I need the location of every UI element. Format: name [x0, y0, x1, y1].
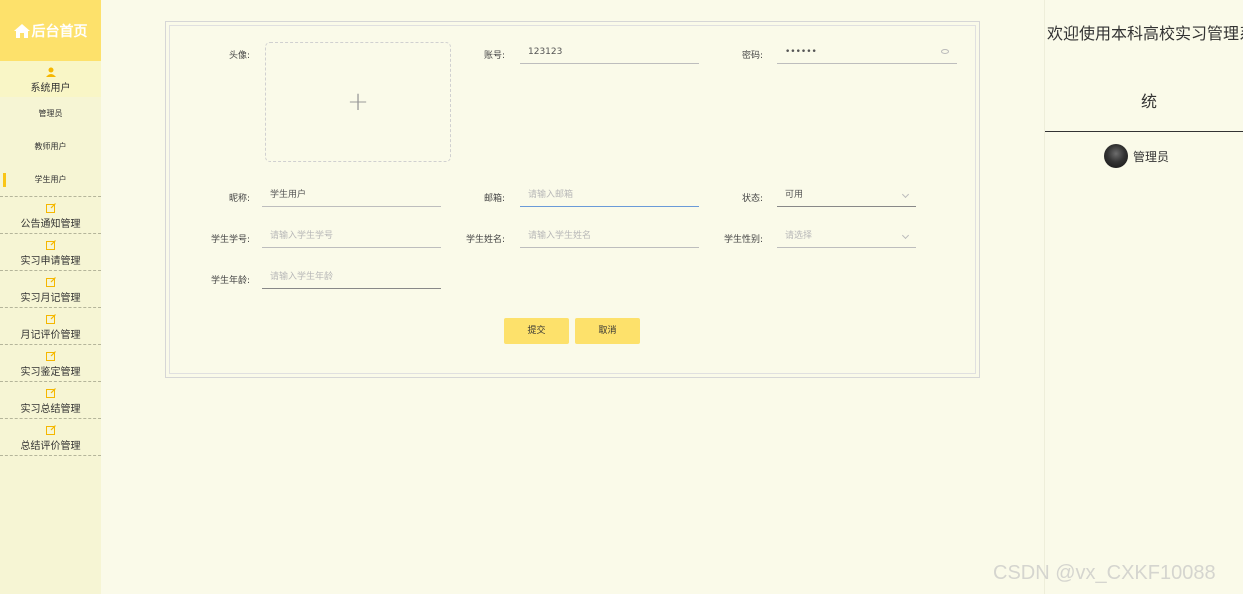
account-input[interactable]: 123123 [520, 40, 699, 64]
menu-summary-eval-management[interactable]: 总结评价管理 [0, 419, 101, 455]
menu-group-monthly-eval: 月记评价管理 [0, 308, 101, 345]
watermark: CSDN @vx_CXKF10088 [993, 562, 1216, 584]
submenu-admin[interactable]: 管理员 [0, 97, 101, 130]
menu-label: 实习申请管理 [20, 256, 81, 267]
menu-group-summary-eval: 总结评价管理 [0, 419, 101, 456]
cancel-button[interactable]: 取消 [575, 318, 640, 344]
email-input[interactable]: 请输入邮箱 [520, 183, 699, 207]
edit-icon [45, 240, 56, 250]
student-gender-select[interactable]: 请选择 [777, 224, 916, 248]
menu-group-monthly: 实习月记管理 [0, 271, 101, 308]
edit-icon [45, 314, 56, 324]
password-label: 密码: [741, 51, 763, 61]
menu-group-summary: 实习总结管理 [0, 382, 101, 419]
edit-icon [45, 425, 56, 435]
menu-system-users[interactable]: 系统用户 [0, 61, 101, 97]
divider [1045, 131, 1243, 132]
avatar-upload-button[interactable]: + [265, 42, 451, 162]
menu-monthly-report-management[interactable]: 实习月记管理 [0, 271, 101, 307]
menu-label: 月记评价管理 [20, 330, 81, 341]
home-link[interactable]: 后台首页 [0, 0, 101, 61]
student-gender-label: 学生性别: [723, 235, 763, 245]
nickname-input[interactable]: 学生用户 [262, 183, 441, 207]
student-name-label: 学生姓名: [465, 235, 505, 245]
menu-label: 实习总结管理 [20, 404, 81, 415]
student-age-input[interactable]: 请输入学生年龄 [262, 265, 441, 289]
menu-label: 系统用户 [30, 83, 71, 94]
edit-icon [45, 277, 56, 287]
student-age-label: 学生年龄: [210, 276, 250, 286]
menu-monthly-eval-management[interactable]: 月记评价管理 [0, 308, 101, 344]
chevron-down-icon [901, 190, 910, 199]
status-value: 可用 [785, 190, 804, 200]
status-label: 状态: [741, 194, 763, 204]
avatar-label: 头像: [228, 51, 250, 61]
avatar [1104, 144, 1128, 168]
sidebar: 后台首页 系统用户 管理员 教师用户 学生用户 公告通知管理 实习申请管理 实习… [0, 0, 101, 594]
submenu-teacher-users[interactable]: 教师用户 [0, 130, 101, 163]
menu-group-appraisal: 实习鉴定管理 [0, 345, 101, 382]
eye-icon[interactable] [941, 49, 949, 54]
edit-icon [45, 203, 56, 213]
account-label: 账号: [483, 51, 505, 61]
form-card: 头像: + 账号: 123123 密码: •••••• 昵称: 学生用户 邮箱:… [165, 21, 980, 378]
menu-appraisal-management[interactable]: 实习鉴定管理 [0, 345, 101, 381]
logo-title: 后台首页 [31, 23, 88, 40]
menu-label: 公告通知管理 [20, 219, 81, 230]
welcome-title: 欢迎使用本科高校实习管理系 [1047, 24, 1243, 43]
plus-icon: + [347, 87, 369, 117]
menu-group-notice: 公告通知管理 [0, 197, 101, 234]
menu-label: 总结评价管理 [20, 441, 81, 452]
nickname-label: 昵称: [228, 194, 250, 204]
submenu-student-users[interactable]: 学生用户 [0, 163, 101, 196]
right-panel: 欢迎使用本科高校实习管理系 统 管理员 [1044, 0, 1243, 594]
edit-icon [45, 351, 56, 361]
user-role: 管理员 [1133, 149, 1170, 164]
form-card-inner: 头像: + 账号: 123123 密码: •••••• 昵称: 学生用户 邮箱:… [169, 25, 976, 374]
welcome-title-continued: 统 [1140, 92, 1157, 111]
email-label: 邮箱: [483, 194, 505, 204]
password-input[interactable]: •••••• [777, 40, 957, 64]
home-icon [13, 23, 30, 38]
edit-icon [45, 388, 56, 398]
chevron-down-icon [901, 231, 910, 240]
submit-button[interactable]: 提交 [504, 318, 569, 344]
student-gender-placeholder: 请选择 [785, 231, 813, 241]
password-value: •••••• [785, 47, 817, 57]
menu-label: 实习月记管理 [20, 293, 81, 304]
menu-summary-management[interactable]: 实习总结管理 [0, 382, 101, 418]
student-no-input[interactable]: 请输入学生学号 [262, 224, 441, 248]
student-no-label: 学生学号: [210, 235, 250, 245]
menu-application-management[interactable]: 实习申请管理 [0, 234, 101, 270]
student-name-input[interactable]: 请输入学生姓名 [520, 224, 699, 248]
menu-notice-management[interactable]: 公告通知管理 [0, 197, 101, 233]
status-select[interactable]: 可用 [777, 183, 916, 207]
user-icon [45, 67, 56, 77]
menu-label: 实习鉴定管理 [20, 367, 81, 378]
user-info[interactable]: 管理员 [1104, 144, 1169, 168]
menu-group-application: 实习申请管理 [0, 234, 101, 271]
menu-group-system-users: 系统用户 管理员 教师用户 学生用户 [0, 61, 101, 197]
